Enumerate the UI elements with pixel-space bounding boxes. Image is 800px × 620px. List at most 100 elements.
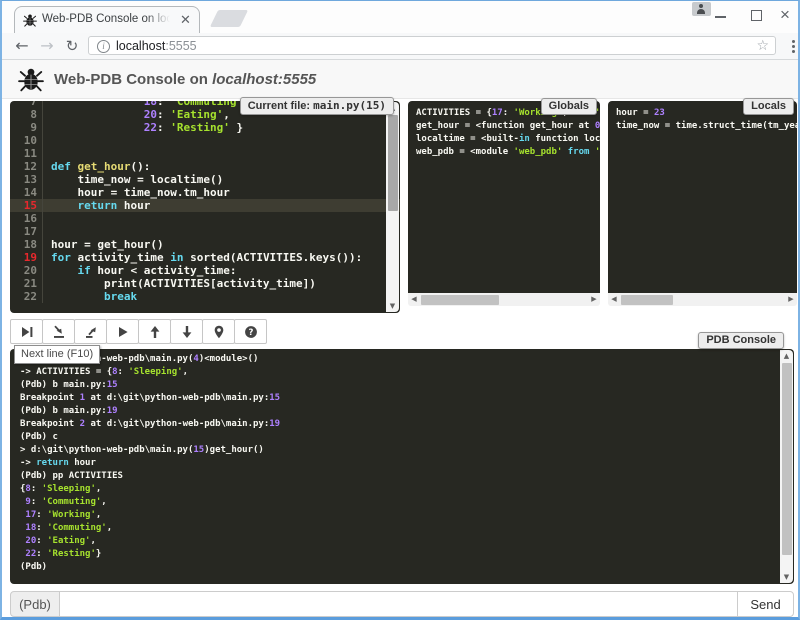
globals-scrollbar-thumb[interactable] bbox=[421, 295, 499, 305]
term-line: 20: 'Eating', bbox=[20, 535, 784, 548]
tab-close-icon[interactable]: ✕ bbox=[178, 12, 193, 27]
globals-panel: ACTIVITIES = {17: 'Working', 18: 'Commut… bbox=[408, 101, 600, 306]
pdb-console-panel: > d:\git\python-web-pdb\main.py(4)<modul… bbox=[10, 349, 794, 584]
console-content: > d:\git\python-web-pdb\main.py(4)<modul… bbox=[10, 349, 794, 578]
term-line: web_pdb = <module 'web_pdb' from 'd:\git… bbox=[416, 146, 592, 159]
line-number: 18 bbox=[10, 238, 43, 251]
globals-badge: Globals bbox=[541, 98, 597, 115]
locals-badge: Locals bbox=[743, 98, 794, 115]
next-line-button[interactable] bbox=[10, 319, 43, 344]
term-line: -> ACTIVITIES = {8: 'Sleeping', bbox=[20, 366, 784, 379]
help-circle-icon: ? bbox=[244, 325, 258, 339]
tab-title-fade bbox=[146, 13, 176, 28]
maximize-button[interactable] bbox=[739, 1, 773, 29]
address-bar[interactable]: i localhost:5555 ☆ bbox=[88, 36, 776, 55]
line-number: 12 bbox=[10, 160, 43, 173]
line-number: 7 bbox=[10, 101, 43, 108]
current-file-badge: Current file: main.py(15) bbox=[240, 97, 394, 115]
line-number: 14 bbox=[10, 186, 43, 199]
scroll-up-icon[interactable]: ▲ bbox=[780, 350, 793, 362]
scroll-left-icon[interactable]: ◀ bbox=[408, 293, 420, 306]
map-pin-icon bbox=[212, 325, 226, 339]
term-line: time_now = time.struct_time(tm_year=2017… bbox=[616, 120, 789, 133]
stack-down-button[interactable] bbox=[170, 319, 203, 344]
code-line: 22 break bbox=[10, 290, 400, 303]
where-button[interactable] bbox=[202, 319, 235, 344]
current-file-panel: 7 18: 'Commuting',8 20: 'Eating',9 22: '… bbox=[10, 101, 400, 313]
stack-up-button[interactable] bbox=[138, 319, 171, 344]
term-line: Breakpoint 2 at d:\git\python-web-pdb\ma… bbox=[20, 418, 784, 431]
info-icon[interactable]: i bbox=[97, 40, 110, 53]
globals-hscrollbar[interactable]: ◀ ▶ bbox=[408, 293, 600, 306]
step-into-button[interactable] bbox=[42, 319, 75, 344]
code-line: 15 return hour bbox=[10, 199, 400, 212]
term-line: -> return hour bbox=[20, 457, 784, 470]
new-tab-button[interactable] bbox=[210, 10, 248, 27]
return-button[interactable] bbox=[74, 319, 107, 344]
arrow-down-icon bbox=[180, 325, 194, 339]
term-line: localtime = <built-in function localtime… bbox=[416, 133, 592, 146]
app-header: Web-PDB Console on localhost:5555 bbox=[2, 60, 798, 99]
url-text[interactable]: localhost:5555 bbox=[116, 38, 197, 54]
scroll-right-icon[interactable]: ▶ bbox=[588, 293, 600, 306]
command-input[interactable] bbox=[59, 591, 738, 617]
term-line: {8: 'Sleeping', bbox=[20, 483, 784, 496]
forward-button[interactable]: → bbox=[35, 34, 59, 58]
send-button[interactable]: Send bbox=[737, 591, 794, 617]
term-line: 22: 'Resting'} bbox=[20, 548, 784, 561]
term-line: Breakpoint 1 at d:\git\python-web-pdb\ma… bbox=[20, 392, 784, 405]
code-scrollbar[interactable]: ▲ ▼ bbox=[386, 102, 399, 312]
code-scrollbar-thumb[interactable] bbox=[388, 115, 398, 211]
console-scrollbar[interactable]: ▲ ▼ bbox=[780, 350, 793, 583]
code-line: 12def get_hour(): bbox=[10, 160, 400, 173]
continue-icon bbox=[116, 325, 130, 339]
bookmark-star-icon[interactable]: ☆ bbox=[756, 37, 769, 55]
continue-button[interactable] bbox=[106, 319, 139, 344]
code-line: 14 hour = time_now.tm_hour bbox=[10, 186, 400, 199]
step-into-icon bbox=[52, 325, 66, 339]
code-line: 9 22: 'Resting' } bbox=[10, 121, 400, 134]
code-line: 10 bbox=[10, 134, 400, 147]
term-line: 17: 'Working', bbox=[20, 509, 784, 522]
scroll-down-icon[interactable]: ▼ bbox=[780, 571, 793, 583]
bug-favicon-icon bbox=[23, 13, 37, 27]
locals-scrollbar-thumb[interactable] bbox=[621, 295, 673, 305]
scroll-left-icon[interactable]: ◀ bbox=[608, 293, 620, 306]
breakpoint-line-number: 19 bbox=[10, 251, 43, 264]
scroll-right-icon[interactable]: ▶ bbox=[785, 293, 797, 306]
tooltip: Next line (F10) bbox=[14, 345, 100, 364]
pdb-console-badge: PDB Console bbox=[698, 332, 784, 349]
line-number: 16 bbox=[10, 212, 43, 225]
step-out-icon bbox=[84, 325, 98, 339]
term-line: (Pdb) bbox=[20, 561, 784, 574]
minimize-button[interactable] bbox=[704, 1, 738, 29]
reload-button[interactable]: ↻ bbox=[60, 34, 84, 58]
browser-toolbar: ← → ↻ i localhost:5555 ☆ bbox=[2, 33, 798, 60]
help-button[interactable]: ? bbox=[234, 319, 267, 344]
svg-text:?: ? bbox=[248, 328, 253, 338]
browser-tab[interactable]: Web-PDB Console on loc ✕ bbox=[14, 6, 200, 33]
term-line: (Pdb) b main.py:19 bbox=[20, 405, 784, 418]
debugger-toolbar: ? bbox=[10, 319, 267, 344]
scroll-down-icon[interactable]: ▼ bbox=[386, 300, 399, 312]
line-number: 8 bbox=[10, 108, 43, 121]
code-line: 21 print(ACTIVITIES[activity_time]) bbox=[10, 277, 400, 290]
next-line-icon bbox=[20, 325, 34, 339]
browser-menu-icon[interactable] bbox=[786, 38, 800, 54]
page-title-host: localhost:5555 bbox=[212, 71, 316, 88]
window-close-button[interactable] bbox=[772, 1, 800, 29]
console-scrollbar-thumb[interactable] bbox=[782, 363, 792, 555]
bug-logo-icon bbox=[18, 66, 44, 92]
line-number: 11 bbox=[10, 147, 43, 160]
term-line: > d:\git\python-web-pdb\main.py(15)get_h… bbox=[20, 444, 784, 457]
code-line: 19for activity_time in sorted(ACTIVITIES… bbox=[10, 251, 400, 264]
term-line: (Pdb) pp ACTIVITIES bbox=[20, 470, 784, 483]
back-button[interactable]: ← bbox=[10, 34, 34, 58]
code-line: 11 bbox=[10, 147, 400, 160]
term-line: > d:\git\python-web-pdb\main.py(4)<modul… bbox=[20, 353, 784, 366]
locals-panel: hour = 23time_now = time.struct_time(tm_… bbox=[608, 101, 797, 306]
arrow-up-icon bbox=[148, 325, 162, 339]
browser-window: Web-PDB Console on loc ✕ ← → ↻ i localho… bbox=[0, 0, 800, 620]
locals-hscrollbar[interactable]: ◀ ▶ bbox=[608, 293, 797, 306]
page-title: Web-PDB Console on localhost:5555 bbox=[54, 71, 316, 88]
